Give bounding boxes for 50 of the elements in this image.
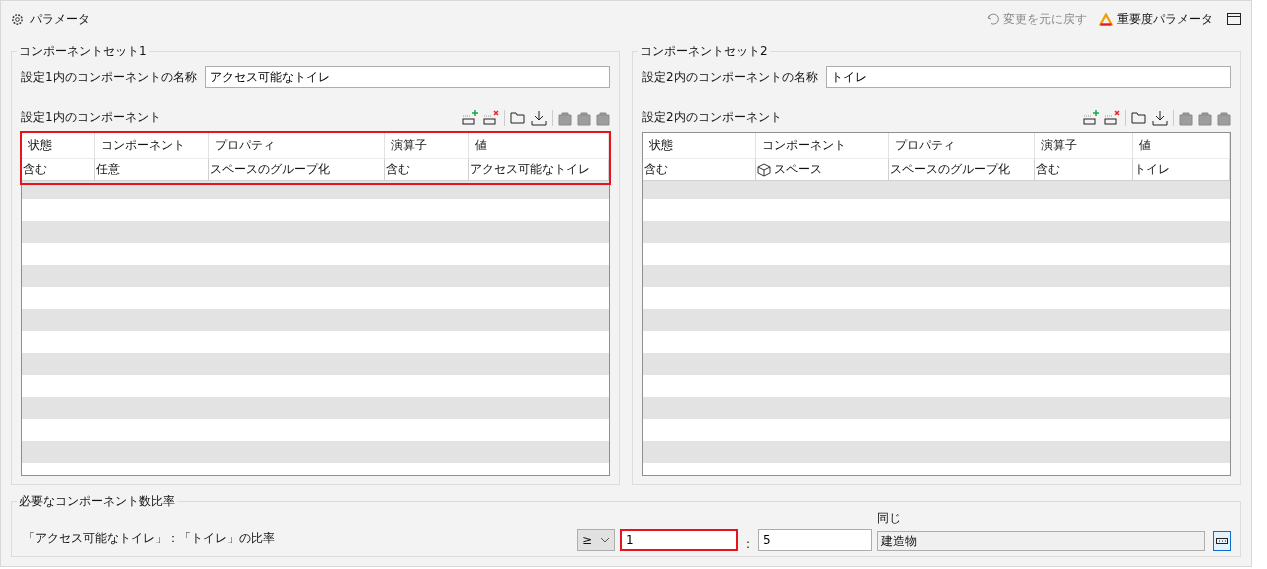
same-label: 同じ <box>877 510 902 527</box>
name-field[interactable]: アクセス可能なトイレ <box>204 66 610 88</box>
download-icon[interactable] <box>531 110 547 126</box>
table-cell: 任意 <box>95 159 209 181</box>
cube-icon <box>757 162 771 177</box>
table-cell: スペースのグループ化 <box>209 159 385 181</box>
list-label: 設定1内のコンポーネント <box>21 109 161 126</box>
settings-icon <box>11 12 24 26</box>
table-cell: 含む <box>643 159 756 181</box>
delete-row-icon[interactable] <box>1104 110 1120 126</box>
ellipsis-icon <box>1216 538 1228 544</box>
table-cell: 含む <box>1035 159 1133 181</box>
add-row-icon[interactable] <box>1083 110 1099 126</box>
download-icon[interactable] <box>1152 110 1168 126</box>
triangle-icon <box>1099 12 1113 26</box>
panel-legend: コンポーネントセット2 <box>638 43 770 60</box>
bag-icon[interactable] <box>1179 110 1193 126</box>
panel-legend: 必要なコンポーネント数比率 <box>17 493 177 510</box>
panel-legend: コンポーネントセット1 <box>17 43 149 60</box>
same-field[interactable]: 建造物 <box>877 531 1205 551</box>
ratio-field[interactable]: 1 <box>619 529 738 551</box>
operator-select[interactable]: ≥ <box>576 529 615 551</box>
table-cell: 含む <box>22 159 95 181</box>
browse-button[interactable] <box>1213 531 1231 551</box>
undo-icon <box>987 13 999 25</box>
table-cell: トイレ <box>1133 159 1230 181</box>
table-cell: スペースのグループ化 <box>889 159 1035 181</box>
window-icon[interactable] <box>1227 13 1241 25</box>
bag-icon[interactable] <box>577 110 591 126</box>
folder-icon[interactable] <box>510 111 526 125</box>
table-cell: スペース <box>756 159 889 181</box>
bag-icon[interactable] <box>596 110 610 126</box>
field-label: 設定2内のコンポーネントの名称 <box>642 68 818 86</box>
delete-row-icon[interactable] <box>483 110 499 126</box>
page-title: パラメータ <box>30 10 90 28</box>
field-label: 設定1内のコンポーネントの名称 <box>21 68 197 86</box>
importance-button[interactable]: 重要度パラメータ <box>1099 10 1213 28</box>
bag-icon[interactable] <box>1198 110 1212 126</box>
list-label: 設定2内のコンポーネント <box>642 109 782 126</box>
folder-icon[interactable] <box>1131 111 1147 125</box>
ratio-label: 「アクセス可能なトイレ」：「トイレ」の比率 <box>23 530 275 547</box>
ratio-separator: : <box>745 537 750 551</box>
add-row-icon[interactable] <box>462 110 478 126</box>
name-field[interactable]: トイレ <box>825 66 1231 88</box>
chevron-down-icon <box>599 537 610 543</box>
table-cell: 含む <box>385 159 469 181</box>
bag-icon[interactable] <box>1217 110 1231 126</box>
ratio-field[interactable]: 5 <box>758 529 872 551</box>
table-cell: アクセス可能なトイレ <box>469 159 609 181</box>
bag-icon[interactable] <box>558 110 572 126</box>
